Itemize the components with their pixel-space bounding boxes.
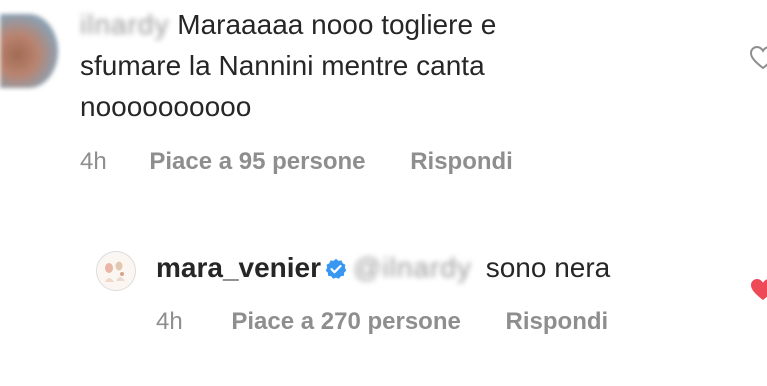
comment-time: 4h: [156, 308, 183, 335]
comment-time: 4h: [80, 148, 107, 175]
comment-text: sono nera: [485, 252, 611, 283]
avatar[interactable]: [96, 251, 136, 291]
likes-count-link[interactable]: Piace a 270 persone: [231, 308, 460, 336]
reply-text-line: mara_venier @ilnardy sono nera: [156, 247, 610, 291]
verified-badge-icon: [325, 250, 347, 291]
reply-button[interactable]: Rispondi: [506, 308, 609, 336]
comment-text-line: Maraaaaa nooo togliere e: [177, 9, 497, 40]
comment-meta: 4h Piace a 95 persone Rispondi: [80, 148, 513, 176]
reply-button[interactable]: Rispondi: [410, 148, 513, 176]
comment-username[interactable]: mara_venier: [156, 252, 321, 283]
comment-username-blurred[interactable]: ilnardy: [80, 4, 169, 45]
heart-outline-icon[interactable]: [749, 45, 767, 75]
comment-text-line: noooooooooo: [80, 91, 252, 122]
mention-link-blurred[interactable]: @ilnardy: [353, 247, 472, 288]
comment-text-block: ilnardy Maraaaaa nooo togliere e sfumare…: [80, 4, 600, 127]
avatar[interactable]: [0, 14, 58, 88]
comment-meta: 4h Piace a 270 persone Rispondi: [156, 308, 608, 336]
heart-filled-icon[interactable]: [750, 278, 767, 307]
likes-count-link[interactable]: Piace a 95 persone: [149, 148, 365, 176]
comment-text-line: sfumare la Nannini mentre canta: [80, 50, 485, 81]
